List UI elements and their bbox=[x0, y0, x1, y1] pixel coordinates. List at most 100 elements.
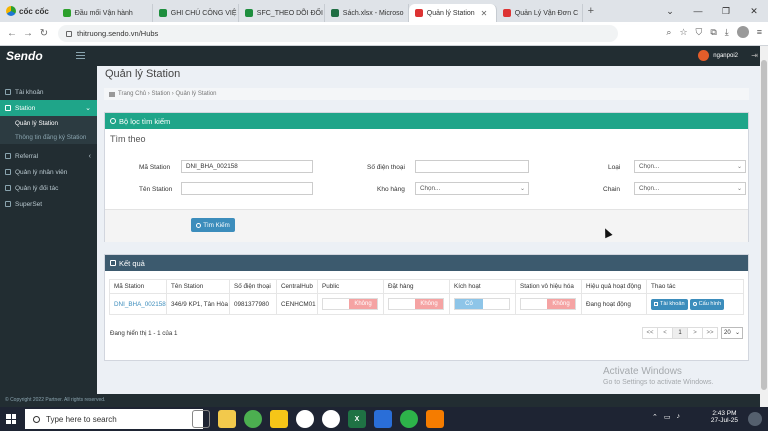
taskbar-clock[interactable]: 2:43 PM 27-Jul-25 bbox=[711, 410, 738, 424]
col-dat-hang[interactable]: Đặt hàng bbox=[383, 279, 450, 294]
profile-avatar[interactable] bbox=[736, 26, 749, 38]
so-dien-thoai-input[interactable] bbox=[415, 160, 529, 173]
downloads-icon[interactable]: ⤓ bbox=[725, 27, 729, 38]
close-window-button[interactable]: ✕ bbox=[740, 6, 768, 17]
app-icon[interactable] bbox=[322, 410, 340, 428]
ten-station-input[interactable] bbox=[181, 182, 313, 195]
logout-icon[interactable]: ⇥ bbox=[751, 51, 758, 60]
browser-tab[interactable]: Đầu mối Vận hành bbox=[57, 4, 153, 22]
sticky-notes-icon[interactable] bbox=[270, 410, 288, 428]
public-toggle[interactable]: Không bbox=[322, 297, 378, 310]
chevron-left-icon: ‹ bbox=[88, 152, 91, 160]
sidebar-subitem-thong-tin-dang-ky[interactable]: Thông tin đăng ký Station bbox=[0, 130, 97, 144]
breadcrumb-text[interactable]: Trang Chủ › Station › Quản lý Station bbox=[118, 91, 217, 97]
browser-tab[interactable]: GHI CHÚ CÔNG VIỆ bbox=[153, 4, 239, 22]
zalo-icon[interactable] bbox=[400, 410, 418, 428]
task-view-icon[interactable] bbox=[192, 410, 210, 428]
browser-tab[interactable]: Quản Lý Vận Đơn C ✕ bbox=[497, 4, 583, 22]
cell-vo-hieu-hoa: Không bbox=[515, 293, 582, 315]
sidebar-item-quan-ly-doi-tac[interactable]: Quản lý đối tác bbox=[0, 180, 97, 196]
dat-hang-toggle[interactable]: Không bbox=[388, 297, 444, 310]
col-central-hub[interactable]: CentralHub bbox=[276, 279, 318, 294]
col-kich-hoat[interactable]: Kích hoạt bbox=[449, 279, 516, 294]
main-content: Quản lý Station Trang Chủ › Station › Qu… bbox=[97, 66, 760, 394]
file-explorer-icon[interactable] bbox=[218, 410, 236, 428]
cell-ma-station[interactable]: DNI_BHA_002158 bbox=[109, 293, 167, 315]
col-so-dien-thoai[interactable]: Số điện thoại bbox=[229, 279, 277, 294]
loai-select[interactable]: Chọn... ⌄ bbox=[634, 160, 746, 173]
browser-tab-active[interactable]: Quản lý Station ✕ bbox=[408, 4, 497, 22]
windows-start-icon[interactable] bbox=[6, 414, 16, 424]
back-button[interactable]: ← bbox=[4, 28, 20, 39]
forward-button[interactable]: → bbox=[20, 28, 36, 39]
sidebar-item-station[interactable]: Station ⌄ bbox=[0, 100, 97, 116]
sidebar-item-referral[interactable]: Referral ‹ bbox=[0, 148, 97, 164]
extensions-icon[interactable]: ⧉ bbox=[710, 27, 716, 38]
tai-khoan-button[interactable]: Tài khoản bbox=[651, 298, 688, 310]
user-edit-icon bbox=[5, 169, 11, 175]
new-tab-button[interactable]: + bbox=[583, 5, 599, 17]
kho-hang-select[interactable]: Chọn... ⌄ bbox=[415, 182, 529, 195]
ma-station-input[interactable]: DNI_BHA_002158 bbox=[181, 160, 313, 173]
page-scrollbar[interactable] bbox=[760, 46, 768, 407]
scrollbar-thumb[interactable] bbox=[761, 60, 767, 390]
results-panel: Kết quả Mã Station Tên Station Số điện t… bbox=[104, 254, 749, 361]
page-size-select[interactable]: 20 ⌄ bbox=[721, 327, 743, 339]
cell-dat-hang: Không bbox=[383, 293, 450, 315]
pager-prev[interactable]: < bbox=[657, 327, 673, 339]
col-ma-station[interactable]: Mã Station bbox=[109, 279, 167, 294]
chain-select[interactable]: Chọn... ⌄ bbox=[634, 182, 746, 195]
user-menu[interactable]: nganpoi2 bbox=[698, 50, 738, 61]
sidebar-subitem-quan-ly-station[interactable]: Quản lý Station bbox=[0, 116, 97, 130]
edge-icon[interactable] bbox=[374, 410, 392, 428]
kich-hoat-toggle[interactable]: Có bbox=[454, 298, 510, 310]
col-hieu-qua[interactable]: Hiệu quả hoạt động bbox=[581, 279, 647, 294]
chevron-down-icon: ⌄ bbox=[736, 164, 742, 170]
tab-label: Sách.xlsx - Microso bbox=[342, 9, 404, 17]
pager-next[interactable]: > bbox=[687, 327, 703, 339]
close-tab-icon[interactable]: ✕ bbox=[481, 9, 488, 18]
pager-last[interactable]: >> bbox=[702, 327, 718, 339]
bookmark-star-icon[interactable]: ☆ bbox=[679, 27, 687, 38]
reload-button[interactable]: ↻ bbox=[36, 28, 52, 39]
search-button[interactable]: Tìm Kiếm bbox=[191, 218, 235, 232]
minimize-button[interactable]: — bbox=[684, 6, 712, 16]
chevron-down-icon: ⌄ bbox=[519, 186, 525, 192]
pager-first[interactable]: << bbox=[642, 327, 658, 339]
taskbar-search[interactable]: Type here to search bbox=[25, 409, 203, 429]
browser-tab[interactable]: Sách.xlsx - Microso bbox=[325, 4, 409, 22]
sidebar-item-quan-ly-nhan-vien[interactable]: Quản lý nhân viên bbox=[0, 164, 97, 180]
cell-central-hub: CENHCM01 bbox=[276, 293, 318, 315]
hamburger-icon[interactable] bbox=[76, 52, 85, 59]
browser-brand[interactable]: cốc cốc bbox=[0, 0, 57, 22]
cau-hinh-button[interactable]: Cấu hình bbox=[689, 298, 725, 310]
col-vo-hieu-hoa[interactable]: Station vô hiệu hóa bbox=[515, 279, 582, 294]
col-public[interactable]: Public bbox=[317, 279, 384, 294]
results-panel-title: Kết quả bbox=[119, 258, 145, 268]
col-ten-station[interactable]: Tên Station bbox=[166, 279, 230, 294]
sendo-logo[interactable]: Sendo bbox=[6, 49, 43, 63]
chevron-down-icon: ⌄ bbox=[734, 330, 740, 336]
notifications-icon[interactable] bbox=[748, 412, 762, 426]
network-icon[interactable]: ▭ bbox=[664, 413, 671, 421]
chevron-up-icon[interactable]: ⌃ bbox=[652, 413, 658, 421]
excel-icon[interactable]: X bbox=[348, 410, 366, 428]
volume-icon[interactable]: ♪ bbox=[677, 413, 681, 421]
sendo-favicon-icon bbox=[414, 9, 423, 17]
chain-value: Chọn... bbox=[639, 185, 660, 192]
browser-tab[interactable]: SFC_THEO DÕI ĐỐI bbox=[239, 4, 325, 22]
shield-icon[interactable]: ⛉ bbox=[696, 27, 703, 38]
chrome-like-icon[interactable] bbox=[296, 410, 314, 428]
tab-list-icon[interactable]: ⌄ bbox=[656, 6, 684, 17]
pager-current[interactable]: 1 bbox=[672, 327, 688, 339]
url-field[interactable]: thitruong.sendo.vn/Hubs bbox=[58, 25, 618, 42]
sidebar-item-superset[interactable]: SuperSet bbox=[0, 196, 97, 212]
fire-app-icon[interactable] bbox=[426, 410, 444, 428]
sidebar-item-tai-khoan[interactable]: Tài khoản bbox=[0, 84, 97, 100]
user-icon bbox=[5, 89, 11, 95]
menu-icon[interactable]: ≡ bbox=[757, 27, 762, 37]
restore-button[interactable]: ❐ bbox=[712, 6, 740, 17]
zoom-icon[interactable]: ⌕ bbox=[666, 27, 671, 38]
coccoc-app-icon[interactable] bbox=[244, 410, 262, 428]
vo-hieu-hoa-toggle[interactable]: Không bbox=[520, 297, 576, 310]
